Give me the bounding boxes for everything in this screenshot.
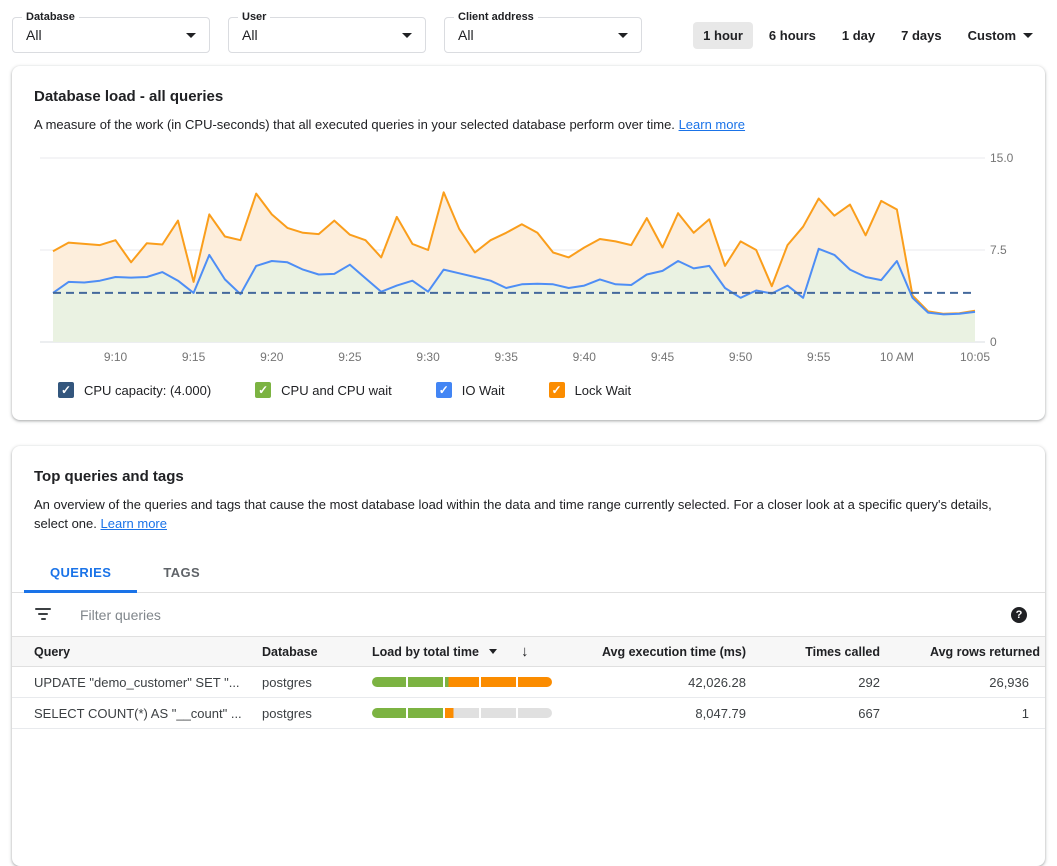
user-filter-select[interactable]: User All: [228, 17, 426, 53]
database-load-card: Database load - all queries A measure of…: [12, 66, 1045, 420]
sort-descending-icon[interactable]: ↓: [521, 643, 529, 660]
filter-value: All: [26, 27, 42, 43]
help-icon[interactable]: ?: [1011, 607, 1027, 623]
chevron-down-icon: [1023, 33, 1033, 38]
legend-cpu-and-cpu-wait[interactable]: CPU and CPU wait: [255, 382, 392, 398]
load-bar: [372, 708, 552, 718]
svg-text:10 AM: 10 AM: [880, 350, 914, 364]
checkbox-checked-icon[interactable]: [436, 382, 452, 398]
checkbox-checked-icon[interactable]: [255, 382, 271, 398]
svg-text:9:45: 9:45: [651, 350, 675, 364]
database-cell: postgres: [262, 706, 372, 721]
legend-label: Lock Wait: [575, 383, 632, 398]
svg-text:9:40: 9:40: [573, 350, 597, 364]
learn-more-link[interactable]: Learn more: [679, 117, 745, 132]
time-range-7-days[interactable]: 7 days: [891, 22, 951, 49]
chevron-down-icon: [402, 33, 412, 38]
legend-io-wait[interactable]: IO Wait: [436, 382, 505, 398]
svg-text:9:10: 9:10: [104, 350, 128, 364]
svg-text:9:20: 9:20: [260, 350, 284, 364]
svg-text:9:35: 9:35: [495, 350, 519, 364]
legend-label: IO Wait: [462, 383, 505, 398]
table-header-row: Query Database Load by total time ↓ Avg …: [12, 637, 1045, 667]
time-range-custom[interactable]: Custom: [958, 22, 1043, 49]
column-header-avg-rows-returned[interactable]: Avg rows returned: [886, 645, 1045, 659]
chevron-down-icon: [186, 33, 196, 38]
avg-execution-time-cell: 8,047.79: [592, 706, 752, 721]
checkbox-checked-icon[interactable]: [58, 382, 74, 398]
filter-list-icon: [34, 608, 52, 622]
database-cell: postgres: [262, 675, 372, 690]
avg-execution-time-cell: 42,026.28: [592, 675, 752, 690]
avg-rows-returned-cell: 26,936: [886, 675, 1045, 690]
svg-text:9:50: 9:50: [729, 350, 753, 364]
tab-tags[interactable]: TAGS: [137, 553, 226, 593]
chevron-down-icon: [618, 33, 628, 38]
time-range-6-hours[interactable]: 6 hours: [759, 22, 826, 49]
svg-text:0: 0: [990, 335, 997, 349]
column-header-database[interactable]: Database: [262, 645, 372, 659]
legend-lock-wait[interactable]: Lock Wait: [549, 382, 632, 398]
legend-label: CPU capacity: (4.000): [84, 383, 211, 398]
card-description: A measure of the work (in CPU-seconds) t…: [34, 115, 1023, 134]
card-title: Top queries and tags: [34, 468, 1023, 485]
times-called-cell: 667: [752, 706, 886, 721]
filter-row: ?: [12, 593, 1045, 637]
column-header-avg-execution-time[interactable]: Avg execution time (ms): [592, 645, 752, 659]
filter-value: All: [242, 27, 258, 43]
svg-text:10:05: 10:05: [960, 350, 990, 364]
time-range-1-hour[interactable]: 1 hour: [693, 22, 753, 49]
svg-text:15.0: 15.0: [990, 151, 1014, 165]
times-called-cell: 292: [752, 675, 886, 690]
legend-label: CPU and CPU wait: [281, 383, 392, 398]
checkbox-checked-icon[interactable]: [549, 382, 565, 398]
database-load-chart[interactable]: 0 7.5 15.0 9:10 9:15 9:20 9:25 9:30 9:35 9:40 9:45…: [40, 150, 1023, 368]
svg-text:7.5: 7.5: [990, 243, 1007, 257]
load-bar: [372, 677, 552, 687]
legend-cpu-capacity[interactable]: CPU capacity: (4.000): [58, 382, 211, 398]
column-header-query[interactable]: Query: [12, 645, 262, 659]
filter-label: Database: [22, 11, 79, 23]
top-queries-card: Top queries and tags An overview of the …: [12, 446, 1045, 866]
table-row[interactable]: SELECT COUNT(*) AS "__count" ... postgre…: [12, 698, 1045, 729]
client-address-filter-select[interactable]: Client address All: [444, 17, 642, 53]
tab-queries[interactable]: QUERIES: [24, 553, 137, 593]
time-range-1-day[interactable]: 1 day: [832, 22, 885, 49]
svg-text:9:25: 9:25: [338, 350, 362, 364]
filter-label: Client address: [454, 11, 538, 23]
filter-value: All: [458, 27, 474, 43]
filter-toolbar: Database All User All Client address All…: [0, 0, 1057, 58]
column-header-load-by-total-time[interactable]: Load by total time ↓: [372, 643, 592, 660]
card-title: Database load - all queries: [34, 88, 1023, 105]
filter-queries-input[interactable]: [78, 606, 1011, 624]
chart-legend: CPU capacity: (4.000) CPU and CPU wait I…: [34, 376, 1023, 420]
time-range-selector: 1 hour 6 hours 1 day 7 days Custom: [687, 22, 1043, 49]
sort-menu-icon[interactable]: [489, 649, 497, 654]
svg-text:9:55: 9:55: [807, 350, 831, 364]
avg-rows-returned-cell: 1: [886, 706, 1045, 721]
query-cell[interactable]: UPDATE "demo_customer" SET "...: [12, 675, 262, 690]
query-cell[interactable]: SELECT COUNT(*) AS "__count" ...: [12, 706, 262, 721]
table-row[interactable]: UPDATE "demo_customer" SET "... postgres…: [12, 667, 1045, 698]
database-filter-select[interactable]: Database All: [12, 17, 210, 53]
load-chart-svg: 0 7.5 15.0 9:10 9:15 9:20 9:25 9:30 9:35 9:40 9:45…: [40, 150, 1025, 368]
filter-label: User: [238, 11, 270, 23]
card-description: An overview of the queries and tags that…: [34, 495, 1023, 533]
tab-bar: QUERIES TAGS: [12, 553, 1045, 593]
learn-more-link[interactable]: Learn more: [101, 516, 167, 531]
svg-text:9:15: 9:15: [182, 350, 206, 364]
svg-text:9:30: 9:30: [416, 350, 440, 364]
column-header-times-called[interactable]: Times called: [752, 645, 886, 659]
